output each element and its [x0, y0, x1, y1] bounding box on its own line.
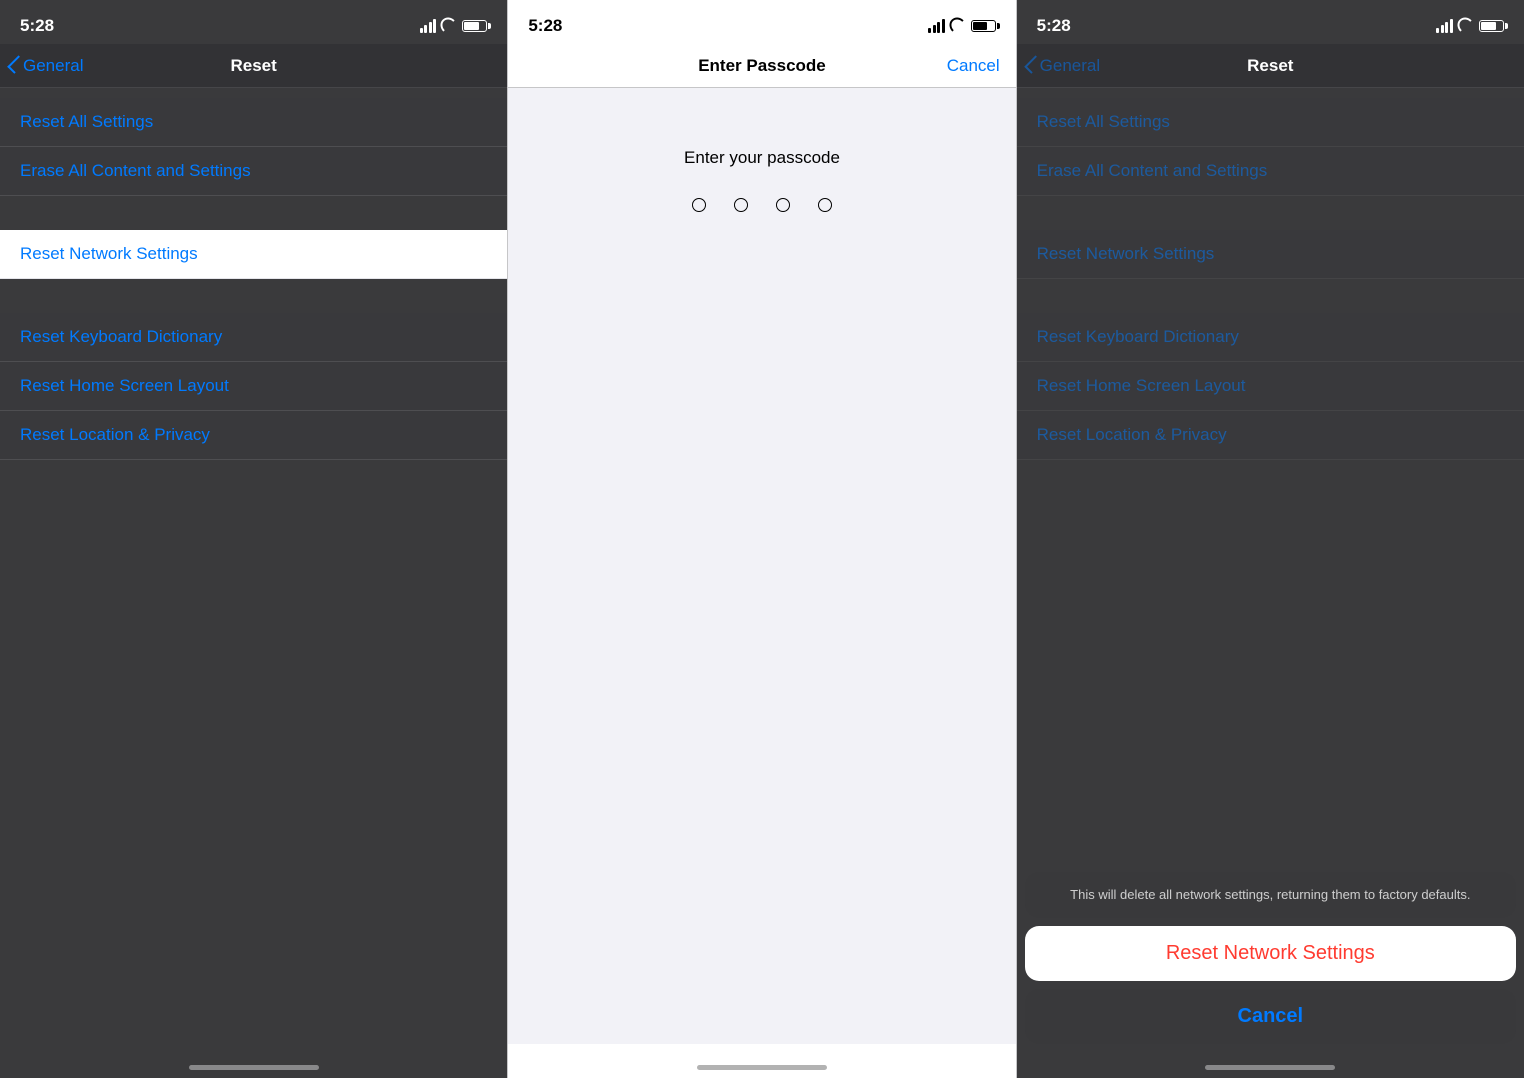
nav-title-left: Reset — [231, 56, 277, 76]
row-location-right[interactable]: Reset Location & Privacy — [1017, 411, 1524, 460]
battery-icon-right — [1479, 20, 1504, 32]
right-panel: 5:28 General Reset Reset All Settings Er… — [1017, 0, 1524, 1078]
home-bar-left — [189, 1065, 319, 1070]
cancel-button-center[interactable]: Cancel — [947, 56, 1000, 76]
nav-bar-left: General Reset — [0, 44, 507, 88]
wifi-icon-center — [950, 20, 966, 32]
home-indicator-center — [508, 1044, 1015, 1078]
nav-bar-right: General Reset — [1017, 44, 1524, 88]
row-reset-all-left[interactable]: Reset All Settings — [0, 98, 507, 147]
alert-destructive-button[interactable]: Reset Network Settings — [1025, 926, 1516, 981]
alert-cancel-button[interactable]: Cancel — [1025, 989, 1516, 1044]
battery-icon-left — [462, 20, 487, 32]
row-network-label-left: Reset Network Settings — [20, 244, 198, 264]
back-label-right: General — [1040, 56, 1100, 76]
row-keyboard-label-left: Reset Keyboard Dictionary — [20, 327, 222, 347]
divider-top-left — [0, 88, 507, 98]
signal-icon-left — [420, 19, 437, 33]
row-network-label-right: Reset Network Settings — [1037, 244, 1215, 264]
row-location-label-left: Reset Location & Privacy — [20, 425, 210, 445]
row-keyboard-left[interactable]: Reset Keyboard Dictionary — [0, 313, 507, 362]
row-network-right[interactable]: Reset Network Settings — [1017, 230, 1524, 279]
back-label-left: General — [23, 56, 83, 76]
passcode-screen: Enter your passcode — [508, 88, 1015, 1044]
left-panel: 5:28 General Reset Reset All Settings Er… — [0, 0, 507, 1078]
row-location-left[interactable]: Reset Location & Privacy — [0, 411, 507, 460]
row-homescreen-label-left: Reset Home Screen Layout — [20, 376, 229, 396]
nav-title-right: Reset — [1247, 56, 1293, 76]
alert-overlay: This will delete all network settings, r… — [1025, 872, 1516, 1044]
row-homescreen-left[interactable]: Reset Home Screen Layout — [0, 362, 507, 411]
back-button-left[interactable]: General — [10, 56, 83, 76]
row-homescreen-right[interactable]: Reset Home Screen Layout — [1017, 362, 1524, 411]
home-indicator-left — [0, 1044, 507, 1078]
wifi-icon-left — [441, 20, 457, 32]
row-location-label-right: Reset Location & Privacy — [1037, 425, 1227, 445]
row-reset-all-right[interactable]: Reset All Settings — [1017, 98, 1524, 147]
row-erase-label-right: Erase All Content and Settings — [1037, 161, 1268, 181]
nav-title-center: Enter Passcode — [698, 56, 826, 76]
row-keyboard-right[interactable]: Reset Keyboard Dictionary — [1017, 313, 1524, 362]
status-bar-left: 5:28 — [0, 0, 507, 44]
row-erase-label-left: Erase All Content and Settings — [20, 161, 251, 181]
center-panel: 5:28 Enter Passcode Cancel Enter your pa… — [507, 0, 1016, 1078]
row-reset-all-label-left: Reset All Settings — [20, 112, 153, 132]
passcode-prompt: Enter your passcode — [684, 148, 840, 168]
divider-2-left — [0, 279, 507, 313]
row-keyboard-label-right: Reset Keyboard Dictionary — [1037, 327, 1239, 347]
signal-icon-center — [928, 19, 945, 33]
status-icons-left — [420, 19, 488, 33]
home-indicator-right — [1017, 1044, 1524, 1078]
row-reset-all-label-right: Reset All Settings — [1037, 112, 1170, 132]
row-homescreen-label-right: Reset Home Screen Layout — [1037, 376, 1246, 396]
divider-2-right — [1017, 279, 1524, 313]
passcode-dots — [692, 198, 832, 212]
alert-info-text: This will delete all network settings, r… — [1025, 872, 1516, 918]
status-bar-center: 5:28 — [508, 0, 1015, 44]
passcode-dot-4 — [818, 198, 832, 212]
battery-icon-center — [971, 20, 996, 32]
back-button-right[interactable]: General — [1027, 56, 1100, 76]
nav-bar-center: Enter Passcode Cancel — [508, 44, 1015, 88]
row-erase-left[interactable]: Erase All Content and Settings — [0, 147, 507, 196]
divider-1-right — [1017, 196, 1524, 230]
passcode-dot-3 — [776, 198, 790, 212]
row-erase-right[interactable]: Erase All Content and Settings — [1017, 147, 1524, 196]
signal-icon-right — [1436, 19, 1453, 33]
home-bar-right — [1205, 1065, 1335, 1070]
status-time-right: 5:28 — [1037, 16, 1071, 36]
home-bar-center — [697, 1065, 827, 1070]
divider-1-left — [0, 196, 507, 230]
row-network-left[interactable]: Reset Network Settings — [0, 230, 507, 279]
passcode-dot-1 — [692, 198, 706, 212]
passcode-dot-2 — [734, 198, 748, 212]
settings-list-left: Reset All Settings Erase All Content and… — [0, 88, 507, 1044]
wifi-icon-right — [1458, 20, 1474, 32]
status-time-center: 5:28 — [528, 16, 562, 36]
status-time-left: 5:28 — [20, 16, 54, 36]
status-icons-center — [928, 19, 996, 33]
status-bar-right: 5:28 — [1017, 0, 1524, 44]
status-icons-right — [1436, 19, 1504, 33]
